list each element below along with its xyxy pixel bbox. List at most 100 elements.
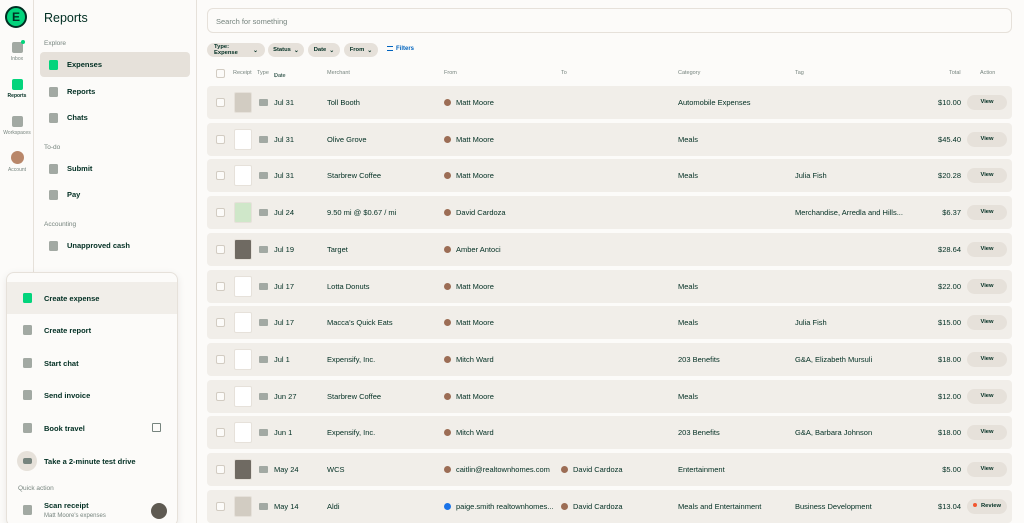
table-row[interactable]: Jul 17 Lotta Donuts Matt Moore Meals $22.00 V… [207,270,1012,303]
row-date: Jul 24 [274,208,295,217]
row-checkbox[interactable] [216,282,225,291]
row-from: Matt Moore [444,392,556,401]
table-row[interactable]: Jun 1 Expensify, Inc. Mitch Ward 203 Benefi… [207,416,1012,449]
view-button[interactable]: View [967,425,1007,440]
sidebar-item-unapproved-cash[interactable]: Unapproved cash [40,233,190,258]
filter-chip-from[interactable]: From ⌄ [344,43,378,57]
receipt-thumbnail[interactable] [234,92,252,113]
avatar [444,136,451,143]
menu-item-create-report[interactable]: Create report [7,314,177,346]
row-from: Matt Moore [444,282,556,291]
receipt-thumbnail[interactable] [234,239,252,260]
row-checkbox[interactable] [216,135,225,144]
view-button[interactable]: View [967,242,1007,257]
table-row[interactable]: May 24 WCS caitlin@realtownhomes.com David … [207,453,1012,486]
header-merchant: Merchant [327,70,350,76]
receipt-thumbnail[interactable] [234,349,252,370]
row-checkbox[interactable] [216,245,225,254]
menu-item-scan-receipt[interactable]: Scan receipt Matt Moore's expenses [7,495,177,523]
sidebar-item-submit[interactable]: Submit [40,156,190,181]
row-checkbox[interactable] [216,355,225,364]
row-date: Jul 1 [274,355,290,364]
row-merchant: Aldi [327,502,340,511]
view-button[interactable]: View [967,389,1007,404]
rail-item-account[interactable]: Account [0,151,34,173]
filter-chip-date[interactable]: Date ⌄ [308,43,340,57]
header-type: Type [257,70,269,76]
table-row[interactable]: Jul 31 Starbrew Coffee Matt Moore Meals Juli… [207,159,1012,192]
receipt-thumbnail[interactable] [234,202,252,223]
table-row[interactable]: Jul 31 Toll Booth Matt Moore Automobile Exp… [207,86,1012,119]
quick-action-label: Quick action [18,485,54,492]
row-checkbox[interactable] [216,392,225,401]
row-merchant: Starbrew Coffee [327,171,382,180]
view-button[interactable]: View [967,315,1007,330]
receipt-thumbnail[interactable] [234,496,252,517]
sidebar-item-reports[interactable]: Reports [40,79,190,104]
table-row[interactable]: Jul 24 9.50 mi @ $0.67 / mi David Cardoza M… [207,196,1012,229]
filter-chip-status[interactable]: Status ⌄ [268,43,304,57]
table-row[interactable]: Jul 31 Olive Grove Matt Moore Meals $45.40 Vi… [207,123,1012,156]
header-receipt: Receipt [233,70,252,76]
row-checkbox[interactable] [216,208,225,217]
row-total: $45.40 [938,135,961,144]
expensify-logo[interactable]: E [5,6,27,28]
rail-item-workspaces[interactable]: Workspaces [0,116,34,136]
view-button[interactable]: View [967,132,1007,147]
row-from: Mitch Ward [444,355,556,364]
row-merchant: Starbrew Coffee [327,392,382,401]
row-merchant: Macca's Quick Eats [327,318,393,327]
search-input[interactable]: Search for something [207,8,1012,33]
select-all-checkbox[interactable] [216,69,225,78]
menu-item-test-drive[interactable]: Take a 2-minute test drive [7,445,177,477]
menu-item-book-travel[interactable]: Book travel [7,412,177,444]
table-row[interactable]: May 14 Aldi paige.smith realtownhomes... Da… [207,490,1012,523]
receipt-thumbnail[interactable] [234,422,252,443]
avatar [444,429,451,436]
row-checkbox[interactable] [216,502,225,511]
review-button[interactable]: Review [967,499,1007,514]
table-row[interactable]: Jun 27 Starbrew Coffee Matt Moore Meals $12.… [207,380,1012,413]
row-checkbox[interactable] [216,98,225,107]
sidebar-item-expenses[interactable]: Expenses [40,52,190,77]
menu-item-send-invoice[interactable]: Send invoice [7,379,177,411]
view-button[interactable]: View [967,352,1007,367]
view-button[interactable]: View [967,205,1007,220]
filters-button[interactable]: Filters [387,46,414,52]
chevron-down-icon: ⌄ [367,47,373,54]
row-date: Jun 27 [274,392,297,401]
section-label-explore: Explore [44,40,67,47]
view-button[interactable]: View [967,168,1007,183]
row-checkbox[interactable] [216,318,225,327]
view-button[interactable]: View [967,95,1007,110]
view-button[interactable]: View [967,279,1007,294]
rail-item-reports[interactable]: Reports [0,79,34,99]
document-icon [23,325,32,335]
sidebar-item-pay[interactable]: Pay [40,182,190,207]
filter-chip-type[interactable]: Type: Expense ⌄ [207,43,265,57]
header-to: To [561,70,567,76]
receipt-thumbnail[interactable] [234,386,252,407]
rail-item-inbox[interactable]: Inbox [0,40,34,62]
avatar [444,172,451,179]
receipt-thumbnail[interactable] [234,165,252,186]
menu-item-start-chat[interactable]: Start chat [7,347,177,379]
table-row[interactable]: Jul 1 Expensify, Inc. Mitch Ward 203 Benefi… [207,343,1012,376]
header-tag: Tag [795,70,804,76]
receipt-thumbnail[interactable] [234,459,252,480]
row-checkbox[interactable] [216,428,225,437]
scan-receipt-sub: Matt Moore's expenses [44,513,106,519]
sidebar-item-chats[interactable]: Chats [40,105,190,130]
table-row[interactable]: Jul 19 Target Amber Antoci $28.64 View [207,233,1012,266]
receipt-thumbnail[interactable] [234,312,252,333]
avatar [561,503,568,510]
view-button[interactable]: View [967,462,1007,477]
receipt-thumbnail[interactable] [234,129,252,150]
row-checkbox[interactable] [216,171,225,180]
row-date: Jul 19 [274,245,295,254]
menu-item-create-expense[interactable]: Create expense [7,282,177,314]
row-checkbox[interactable] [216,465,225,474]
row-category: Meals [678,318,699,327]
receipt-thumbnail[interactable] [234,276,252,297]
table-row[interactable]: Jul 17 Macca's Quick Eats Matt Moore Meals J… [207,306,1012,339]
